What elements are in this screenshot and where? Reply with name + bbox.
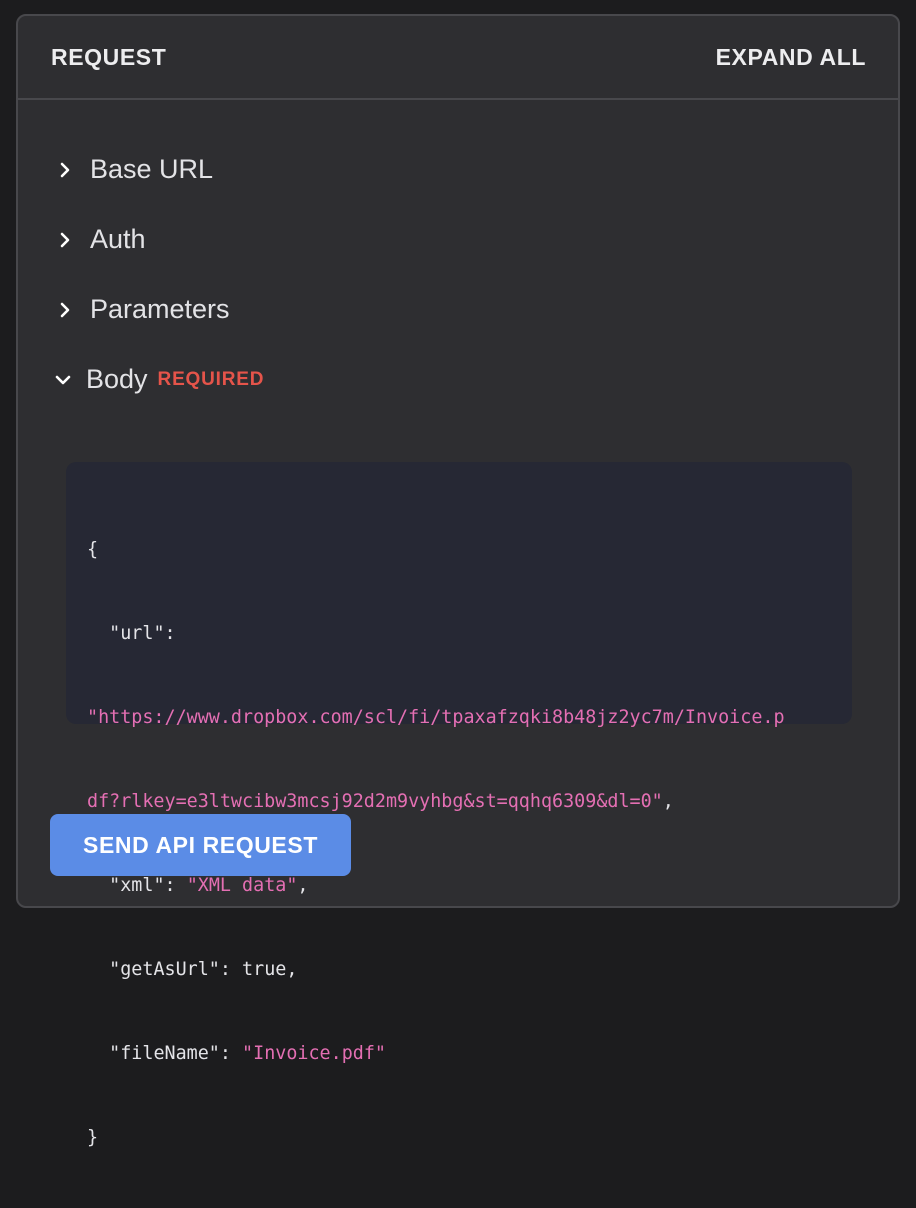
send-api-request-button[interactable]: SEND API REQUEST [50, 814, 351, 876]
panel-title: REQUEST [51, 43, 167, 70]
code-line: df?rlkey=e3ltwcibw3mcsj92d2m9vyhbg&st=qq… [87, 791, 674, 812]
panel-header: REQUEST EXPAND ALL [18, 16, 898, 100]
section-label: Body [86, 364, 148, 394]
section-auth[interactable]: Auth [56, 224, 146, 255]
required-badge: REQUIRED [157, 368, 265, 390]
section-label: Auth [90, 224, 146, 254]
section-base-url[interactable]: Base URL [56, 154, 213, 185]
section-body[interactable]: Body REQUIRED [54, 364, 264, 395]
code-line: } [87, 1127, 99, 1148]
code-line: "xml": "XML data", [109, 875, 309, 896]
chevron-right-icon [56, 161, 74, 179]
section-label: Base URL [90, 154, 214, 184]
chevron-right-icon [56, 301, 74, 319]
code-line: "getAsUrl": true, [109, 959, 298, 980]
expand-all-button[interactable]: EXPAND ALL [716, 44, 866, 71]
code-line: "url": [109, 623, 187, 644]
section-parameters[interactable]: Parameters [56, 294, 230, 325]
body-code-editor[interactable]: { "url": "https://www.dropbox.com/scl/fi… [66, 462, 852, 1148]
code-line: "https://www.dropbox.com/scl/fi/tpaxafzq… [87, 707, 785, 728]
code-line: { [87, 539, 99, 560]
request-panel: REQUEST EXPAND ALL Base URL Auth Paramet… [16, 14, 900, 1148]
chevron-down-icon [54, 371, 72, 389]
section-label: Parameters [90, 294, 230, 324]
chevron-right-icon [56, 231, 74, 249]
code-line: "fileName": "Invoice.pdf" [109, 1043, 386, 1064]
